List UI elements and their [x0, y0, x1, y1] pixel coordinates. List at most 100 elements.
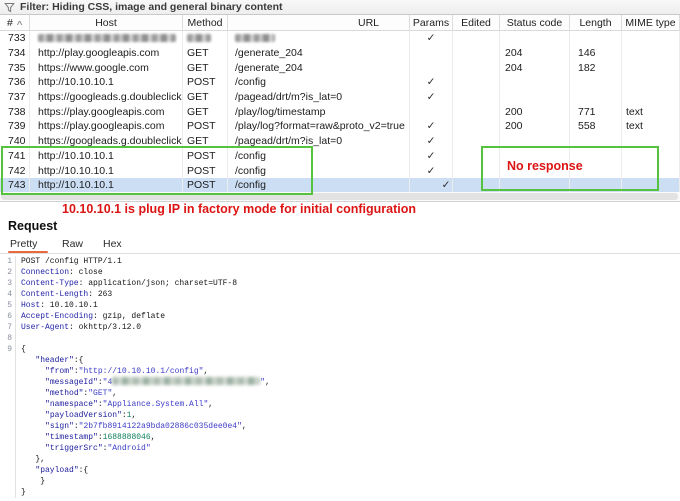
column-header-label: Host [95, 16, 117, 29]
syntax-segment: Content-Length [21, 290, 89, 299]
cell-params: ✓ [410, 148, 453, 164]
column-header-url[interactable]: URL [228, 15, 410, 30]
code-line: "sign":"2b7fb8914122a9bda02886c035dee0e4… [0, 421, 680, 432]
syntax-segment: }, [21, 455, 46, 464]
line-number: 6 [0, 311, 16, 322]
cell-params [410, 104, 453, 120]
cell-status: 204 [500, 45, 570, 61]
cell-id: 740 [0, 133, 30, 149]
cell-url: /play/log?format=raw&proto_v2=true [228, 119, 410, 134]
code-text: Host: 10.10.10.1 [16, 300, 98, 311]
table-row[interactable]: 737 https://googleads.g.doubleclick... GET… [0, 89, 680, 105]
syntax-segment [21, 422, 45, 431]
column-header-host[interactable]: Host [30, 15, 183, 30]
tab-pretty[interactable]: Pretty [10, 238, 37, 250]
syntax-segment: , [131, 411, 137, 420]
column-header-mime-type[interactable]: MIME type [622, 15, 680, 30]
cell-host: https://googleads.g.doubleclick... [30, 89, 183, 105]
cell-host: https://play.googleapis.com [30, 119, 183, 134]
syntax-segment: Connection [21, 268, 70, 277]
horizontal-scrollbar-thumb[interactable] [1, 193, 678, 200]
table-header: # ∧ Host Method URL Params Edited Status code Le… [0, 15, 680, 31]
table-row[interactable]: 735 https://www.google.com GET/generate_20… [0, 60, 680, 76]
cell-params: ✓ [410, 89, 453, 105]
cell-params: ✓ [410, 163, 453, 178]
cell-id: 735 [0, 60, 30, 76]
cell-method: POST [183, 177, 228, 193]
syntax-segment: : 263 [88, 290, 113, 299]
tab-hex[interactable]: Hex [103, 238, 122, 250]
syntax-segment: User-Agent [21, 323, 70, 332]
request-editor[interactable]: 1 POST /config HTTP/1.1 2 Connection: close… [0, 254, 680, 501]
code-line: "header":{ [0, 355, 680, 366]
cell-edited [453, 60, 500, 76]
column-header-length[interactable]: Length [570, 15, 622, 30]
horizontal-scrollbar[interactable] [0, 192, 680, 201]
syntax-segment: { [21, 345, 26, 354]
syntax-segment [21, 433, 45, 442]
syntax-segment: Content-Type [21, 279, 79, 288]
code-text: Content-Type: application/json; charset=… [16, 278, 237, 289]
code-text: "payloadVersion":1, [16, 410, 136, 421]
code-line: } [0, 476, 680, 487]
filter-bar[interactable]: Filter: Hiding CSS, image and general bi… [0, 0, 680, 15]
line-number [0, 421, 16, 432]
syntax-segment: : 10.10.10.1 [40, 301, 98, 310]
column-header-params[interactable]: Params [410, 15, 453, 30]
column-header-#[interactable]: # ∧ [0, 15, 30, 30]
syntax-segment: , [112, 389, 118, 398]
params-check-icon: ✓ [426, 120, 436, 133]
syntax-segment [21, 367, 45, 376]
syntax-segment: : okhttp/3.12.0 [69, 323, 142, 332]
column-header-label: Edited [461, 16, 491, 29]
syntax-segment: : gzip, deflate [93, 312, 166, 321]
cell-status: 200 [500, 119, 570, 134]
table-row[interactable]: 738 https://play.googleapis.com GET/play/l… [0, 104, 680, 120]
code-line: 7 User-Agent: okhttp/3.12.0 [0, 322, 680, 333]
cell-method: GET [183, 60, 228, 76]
syntax-segment: :{ [78, 466, 89, 475]
column-header-status-code[interactable]: Status code [500, 15, 570, 30]
cell-params: ✓ [410, 133, 453, 149]
cell-status [500, 89, 570, 105]
syntax-segment: , [241, 422, 247, 431]
column-header-label: # [7, 16, 13, 29]
cell-method: POST [183, 163, 228, 178]
cell-host: http://10.10.10.1 [30, 75, 183, 90]
column-header-edited[interactable]: Edited [453, 15, 500, 30]
line-number [0, 465, 16, 476]
code-text: } [16, 476, 45, 487]
cell-method: POST [183, 75, 228, 90]
column-header-method[interactable]: Method [183, 15, 228, 30]
table-row[interactable]: 734 http://play.googleapis.com GET/generat… [0, 45, 680, 61]
tab-raw[interactable]: Raw [62, 238, 83, 250]
cell-id: 739 [0, 119, 30, 134]
table-row[interactable]: 733 ✓ [0, 31, 680, 46]
code-line: "method":"GET", [0, 388, 680, 399]
cell-host: http://10.10.10.1 [30, 177, 183, 193]
cell-length: 182 [570, 60, 622, 76]
cell-url: /config [228, 75, 410, 90]
syntax-segment: Accept-Encoding [21, 312, 94, 321]
code-text: Accept-Encoding: gzip, deflate [16, 311, 165, 322]
table-row[interactable]: 736 http://10.10.10.1 POST/config ✓ [0, 75, 680, 90]
filter-label: Filter: Hiding CSS, image and general bi… [20, 1, 283, 13]
code-line: }, [0, 454, 680, 465]
cell-mime [622, 75, 680, 90]
line-number [0, 410, 16, 421]
syntax-segment: "Appliance.System.All" [102, 400, 209, 409]
code-text: "messageId":"4 ", [16, 377, 270, 388]
cell-params: ✓ [410, 177, 453, 193]
cell-edited [453, 31, 500, 46]
table-row[interactable]: 739 https://play.googleapis.com POST/play/… [0, 119, 680, 134]
line-number: 2 [0, 267, 16, 278]
cell-host: http://10.10.10.1 [30, 148, 183, 164]
code-text: "payload":{ [16, 465, 88, 476]
code-line: 4 Content-Length: 263 [0, 289, 680, 300]
cell-id: 742 [0, 163, 30, 178]
syntax-segment [21, 356, 35, 365]
code-text: { [16, 344, 26, 355]
sort-asc-icon: ∧ [15, 19, 24, 27]
syntax-segment [21, 444, 45, 453]
code-line: 1 POST /config HTTP/1.1 [0, 256, 680, 267]
